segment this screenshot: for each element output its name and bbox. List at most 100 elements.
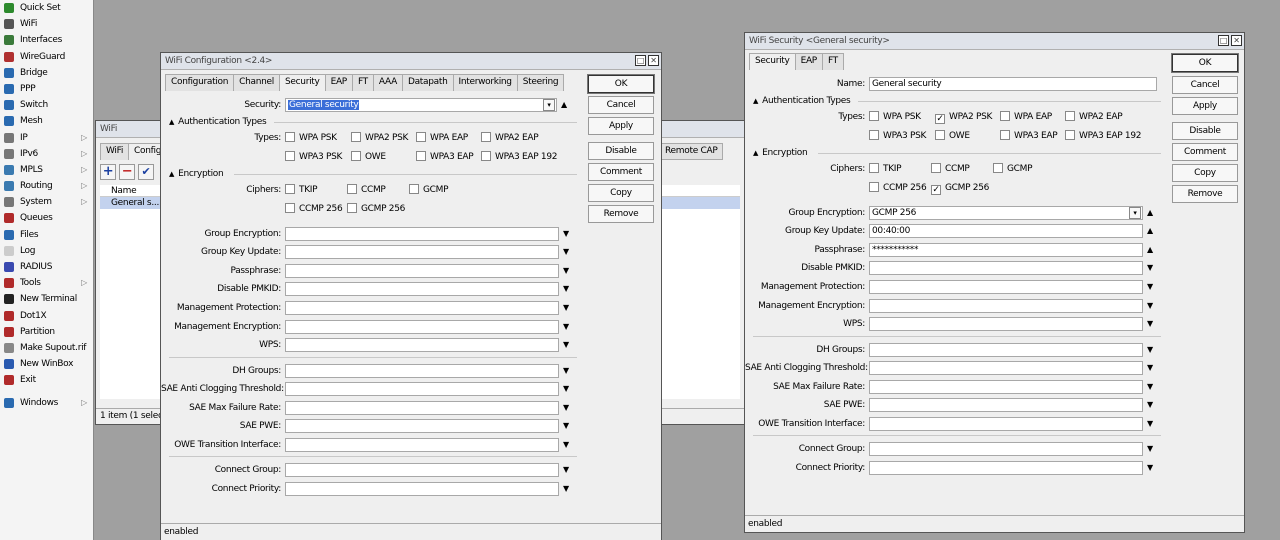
wps-field[interactable] [869, 317, 1143, 331]
expand-icon[interactable]: ▼ [1147, 261, 1153, 275]
sidebar-item-new-terminal[interactable]: New Terminal [0, 291, 93, 307]
connect-priority-field[interactable] [869, 461, 1143, 475]
expand-icon[interactable]: ▼ [563, 438, 569, 452]
checkbox-gcmp[interactable]: GCMP [409, 183, 449, 197]
expand-icon[interactable]: ▼ [563, 401, 569, 415]
checkbox-gcmp-256[interactable]: GCMP 256 [347, 202, 405, 216]
connect-priority-field[interactable] [285, 482, 559, 496]
name-field[interactable]: General security [869, 77, 1157, 91]
security-titlebar[interactable]: WiFi Security <General security> □ ✕ [745, 33, 1244, 50]
tab-security[interactable]: Security [749, 53, 796, 70]
group-encryption-field[interactable]: GCMP 256 [869, 206, 1143, 220]
connect-group-field[interactable] [869, 442, 1143, 456]
checkbox-wpa3-eap[interactable]: WPA3 EAP [416, 150, 474, 164]
sidebar-item-routing[interactable]: Routing ▷ [0, 178, 93, 194]
sidebar-item-exit[interactable]: Exit [0, 372, 93, 388]
connect-group-field[interactable] [285, 463, 559, 477]
cancel-button[interactable]: Cancel [1172, 76, 1238, 94]
owe-transition-interface-field[interactable] [285, 438, 559, 452]
checkbox-wpa3-eap[interactable]: WPA3 EAP [1000, 129, 1058, 143]
close-icon[interactable]: ✕ [648, 55, 659, 66]
sidebar-item-new-winbox[interactable]: New WinBox [0, 356, 93, 372]
copy-button[interactable]: Copy [588, 184, 654, 202]
tab-aaa[interactable]: AAA [372, 74, 403, 91]
checkbox-wpa3-eap-192[interactable]: WPA3 EAP 192 [1065, 129, 1142, 143]
encryption-section[interactable]: ▲ Encryption [753, 147, 808, 159]
checkbox-ccmp[interactable]: CCMP [347, 183, 386, 197]
checkbox-ccmp[interactable]: CCMP [931, 162, 970, 176]
expand-icon[interactable]: ▼ [1147, 280, 1153, 294]
checkbox-wpa2-eap[interactable]: WPA2 EAP [481, 131, 539, 145]
sidebar-item-quick-set[interactable]: Quick Set [0, 0, 93, 16]
tab-wifi[interactable]: WiFi [100, 143, 130, 160]
remove-button[interactable]: Remove [1172, 185, 1238, 203]
remove-icon[interactable]: − [119, 164, 135, 180]
sidebar-item-ip[interactable]: IP ▷ [0, 130, 93, 146]
security-field[interactable]: General security [285, 98, 557, 112]
sidebar-item-bridge[interactable]: Bridge [0, 65, 93, 81]
expand-icon[interactable]: ▼ [563, 227, 569, 241]
checkbox-wpa-psk[interactable]: WPA PSK [869, 110, 921, 124]
expand-icon[interactable]: ▼ [1147, 442, 1153, 456]
sae-anti-clogging-threshold-field[interactable] [285, 382, 559, 396]
disable-pmkid-field[interactable] [869, 261, 1143, 275]
checkbox-wpa-eap[interactable]: WPA EAP [1000, 110, 1052, 124]
column-name[interactable]: Name [111, 185, 137, 197]
sidebar-item-log[interactable]: Log [0, 243, 93, 259]
dh-groups-field[interactable] [285, 364, 559, 378]
remove-button[interactable]: Remove [588, 205, 654, 223]
cancel-button[interactable]: Cancel [588, 96, 654, 114]
authentication-types-section[interactable]: ▲ Authentication Types [753, 95, 851, 107]
expand-icon[interactable]: ▼ [1147, 417, 1153, 431]
tab-datapath[interactable]: Datapath [401, 74, 454, 91]
expand-icon[interactable]: ▼ [563, 364, 569, 378]
checkbox-wpa-eap[interactable]: WPA EAP [416, 131, 468, 145]
ok-button[interactable]: OK [587, 74, 655, 94]
wps-field[interactable] [285, 338, 559, 352]
sidebar-item-ppp[interactable]: PPP [0, 81, 93, 97]
expand-icon[interactable]: ▼ [563, 282, 569, 296]
expand-icon[interactable]: ▼ [1147, 343, 1153, 357]
checkbox-wpa-psk[interactable]: WPA PSK [285, 131, 337, 145]
sidebar-item-interfaces[interactable]: Interfaces [0, 32, 93, 48]
checkbox-owe[interactable]: OWE [935, 129, 970, 143]
management-encryption-field[interactable] [285, 320, 559, 334]
dh-groups-field[interactable] [869, 343, 1143, 357]
expand-icon[interactable]: ▼ [563, 482, 569, 496]
sidebar-item-wireguard[interactable]: WireGuard [0, 49, 93, 65]
sidebar-item-tools[interactable]: Tools ▷ [0, 275, 93, 291]
collapse-icon[interactable]: ▲ [1147, 224, 1153, 238]
sae-max-failure-rate-field[interactable] [285, 401, 559, 415]
copy-button[interactable]: Copy [1172, 164, 1238, 182]
checkbox-gcmp[interactable]: GCMP [993, 162, 1033, 176]
sidebar-item-queues[interactable]: Queues [0, 210, 93, 226]
tab-security[interactable]: Security [279, 74, 326, 91]
group-encryption-field[interactable] [285, 227, 559, 241]
group-key-update-field[interactable] [285, 245, 559, 259]
tab-interworking[interactable]: Interworking [452, 74, 518, 91]
ok-button[interactable]: OK [1171, 53, 1239, 73]
tab-ft[interactable]: FT [821, 53, 844, 70]
encryption-section[interactable]: ▲ Encryption [169, 168, 224, 180]
sae-pwe-field[interactable] [869, 398, 1143, 412]
checkbox-wpa3-psk[interactable]: WPA3 PSK [869, 129, 926, 143]
authentication-types-section[interactable]: ▲ Authentication Types [169, 116, 267, 128]
apply-button[interactable]: Apply [1172, 97, 1238, 115]
sidebar-item-make-supout-rif[interactable]: Make Supout.rif [0, 340, 93, 356]
expand-icon[interactable]: ▼ [563, 301, 569, 315]
sidebar-item-windows[interactable]: Windows ▷ [0, 395, 93, 411]
sidebar-item-radius[interactable]: RADIUS [0, 259, 93, 275]
expand-icon[interactable]: ▼ [563, 382, 569, 396]
sidebar-item-system[interactable]: System ▷ [0, 194, 93, 210]
expand-icon[interactable]: ▼ [563, 419, 569, 433]
checkbox-wpa2-eap[interactable]: WPA2 EAP [1065, 110, 1123, 124]
sae-pwe-field[interactable] [285, 419, 559, 433]
sidebar-item-switch[interactable]: Switch [0, 97, 93, 113]
tab-eap[interactable]: EAP [794, 53, 823, 70]
disable-pmkid-field[interactable] [285, 282, 559, 296]
enable-icon[interactable]: ✔ [138, 164, 154, 180]
expand-icon[interactable]: ▼ [1147, 380, 1153, 394]
tab-ft[interactable]: FT [351, 74, 374, 91]
sidebar-item-mpls[interactable]: MPLS ▷ [0, 162, 93, 178]
checkbox-tkip[interactable]: TKIP [869, 162, 902, 176]
